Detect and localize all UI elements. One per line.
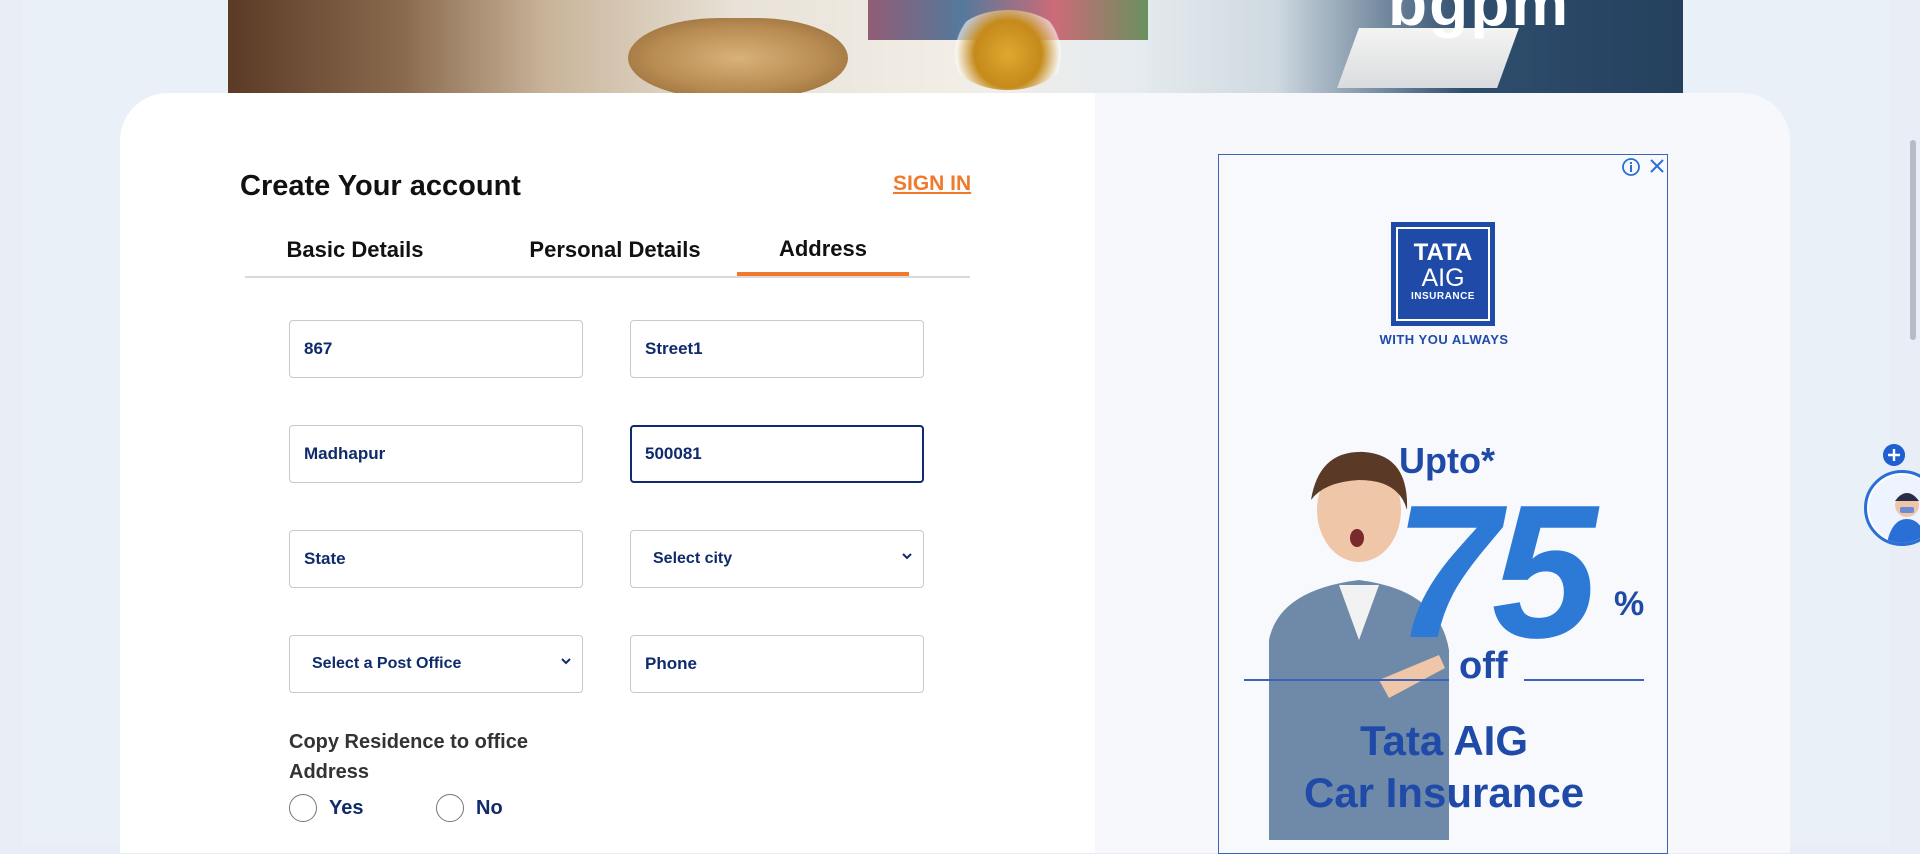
plus-icon[interactable] [1883, 444, 1905, 466]
hero-teapot [948, 10, 1068, 90]
tab-address[interactable]: Address [737, 226, 909, 276]
area-input[interactable]: Madhapur [289, 425, 583, 483]
ad-divider-left [1244, 679, 1449, 681]
ad-product-line1: Tata AIG [1359, 717, 1529, 764]
area-value: Madhapur [304, 444, 386, 463]
ad-tagline: WITH YOU ALWAYS [1379, 332, 1509, 347]
page-scrollbar-thumb[interactable] [1910, 140, 1916, 340]
radio-circle[interactable] [436, 794, 464, 822]
ad-brand-line3: INSURANCE [1411, 291, 1475, 302]
house-number-input[interactable]: 867 [289, 320, 583, 378]
phone-input[interactable]: Phone [630, 635, 924, 693]
ad-product-title: Tata AIG Car Insurance [1219, 715, 1667, 819]
post-office-select-value: Select a Post Office [312, 655, 462, 672]
advertisement-banner[interactable]: TATA AIG INSURANCE WITH YOU ALWAYS Upto*… [1218, 154, 1668, 854]
ad-divider-right [1524, 679, 1644, 681]
copy-address-yes-radio[interactable]: Yes [289, 794, 363, 822]
ad-percent-sign: % [1614, 585, 1645, 623]
form-panel [120, 93, 1095, 853]
pincode-value: 500081 [645, 444, 702, 463]
street-value: Street1 [645, 339, 703, 358]
ad-off-text: off [1459, 645, 1508, 687]
ad-brand-line2: AIG [1421, 264, 1465, 292]
hero-banner-image: bgpm [228, 0, 1683, 94]
house-number-value: 867 [304, 339, 333, 358]
post-office-select[interactable]: Select a Post Office [289, 635, 583, 693]
radio-label-yes: Yes [329, 796, 364, 819]
ad-info-icon[interactable] [1621, 157, 1641, 177]
ad-discount-number: 75 [1394, 466, 1597, 678]
chevron-down-icon [902, 553, 912, 560]
state-input[interactable]: State [289, 530, 583, 588]
radio-circle[interactable] [289, 794, 317, 822]
sign-in-link[interactable]: SIGN IN [893, 172, 971, 196]
city-select-value: Select city [653, 550, 733, 567]
radio-label-no: No [476, 796, 503, 819]
hero-bread-basket [628, 18, 848, 94]
state-placeholder: State [304, 549, 346, 568]
form-tabs: Basic Details Personal Details Address [245, 226, 970, 278]
pincode-input[interactable]: 500081 [630, 425, 924, 483]
chevron-down-icon [561, 658, 571, 665]
phone-placeholder: Phone [645, 654, 697, 673]
assistant-avatar-icon [1869, 475, 1920, 543]
street-input[interactable]: Street1 [630, 320, 924, 378]
city-select[interactable]: Select city [630, 530, 924, 588]
ad-brand-line1: TATA [1413, 239, 1473, 266]
copy-address-no-radio[interactable]: No [436, 794, 503, 822]
tab-basic-details[interactable]: Basic Details [245, 226, 465, 274]
copy-address-label: Copy Residence to office Address [289, 731, 528, 783]
page-title: Create Your account [240, 170, 521, 202]
tab-personal-details[interactable]: Personal Details [495, 226, 735, 274]
ad-product-line2: Car Insurance [1303, 769, 1585, 816]
ad-close-icon[interactable] [1646, 155, 1668, 177]
tata-aig-logo: TATA AIG INSURANCE [1391, 222, 1495, 326]
banner-brand-logo: bgpm [1388, 0, 1571, 39]
